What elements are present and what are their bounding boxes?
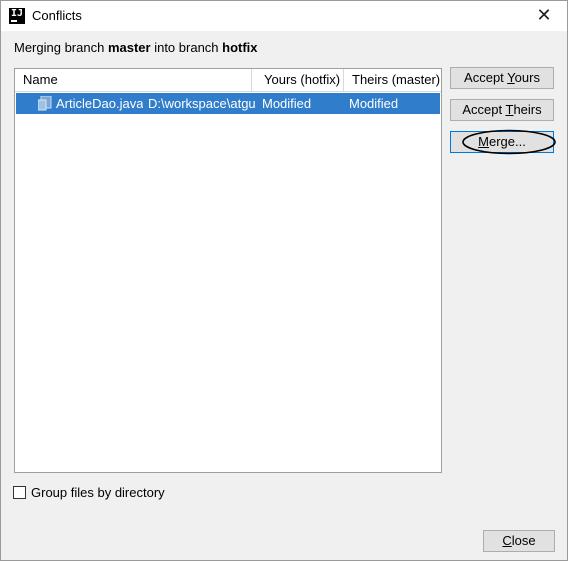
column-header-yours[interactable]: Yours (hotfix) [252, 69, 344, 91]
merge-mnemonic: M [478, 134, 489, 149]
accept-yours-label-b: ours [514, 70, 540, 85]
source-branch: master [107, 40, 151, 55]
row-theirs-status: Modified [349, 96, 399, 111]
accept-yours-mnemonic: Y [507, 70, 515, 85]
accept-theirs-label-a: Accept [462, 102, 506, 117]
conflicts-dialog: IJ Conflicts ✕ Merging branch master int… [0, 0, 568, 561]
merge-button[interactable]: Merge... [450, 131, 554, 153]
close-button[interactable]: Close [483, 530, 555, 552]
group-by-directory-label[interactable]: Group files by directory [31, 485, 165, 500]
merge-label-b: erge... [488, 134, 526, 149]
close-label-b: lose [511, 533, 536, 548]
accept-theirs-button[interactable]: Accept Theirs [450, 99, 554, 121]
intellij-app-icon: IJ [9, 8, 25, 24]
table-row[interactable]: ArticleDao.java D:\workspace\atgu Modifi… [16, 93, 440, 114]
group-by-directory-checkbox[interactable] [13, 486, 26, 499]
column-header-theirs[interactable]: Theirs (master) [344, 69, 440, 91]
close-window-icon[interactable]: ✕ [529, 4, 559, 28]
target-branch: hotfix [222, 40, 258, 55]
accept-theirs-label-b: heirs [513, 102, 542, 117]
accept-yours-label-a: Accept [464, 70, 508, 85]
row-yours-status: Modified [262, 96, 312, 111]
heading-prefix: Merging branch [14, 40, 108, 55]
heading-middle: into branch [150, 40, 223, 55]
conflicts-table[interactable]: Name Yours (hotfix) Theirs (master) Arti… [14, 68, 442, 473]
merge-heading: Merging branch master into branch hotfix [14, 40, 258, 55]
java-file-icon [38, 96, 52, 111]
window-title: Conflicts [32, 8, 82, 23]
table-header: Name Yours (hotfix) Theirs (master) [15, 69, 441, 92]
row-file-path: D:\workspace\atgu [148, 96, 256, 111]
close-mnemonic: C [502, 533, 512, 548]
row-file-name: ArticleDao.java [56, 96, 144, 111]
column-header-name[interactable]: Name [15, 69, 252, 91]
accept-yours-button[interactable]: Accept Yours [450, 67, 554, 89]
title-bar: IJ Conflicts ✕ [1, 1, 567, 31]
